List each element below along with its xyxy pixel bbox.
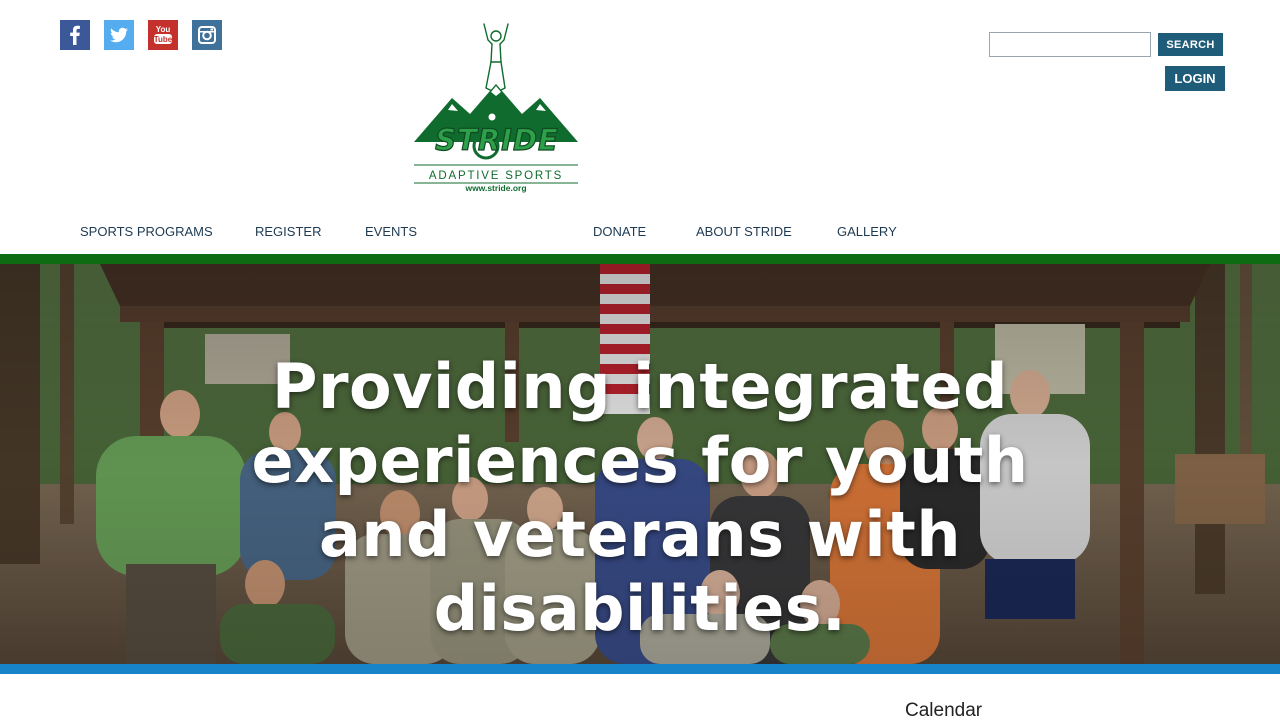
svg-text:Tube: Tube — [154, 35, 173, 44]
logo-brand-text: STRIDE — [435, 123, 559, 157]
search-input[interactable] — [989, 32, 1151, 57]
calendar-heading: Calendar — [905, 700, 983, 720]
nav-events[interactable]: EVENTS — [365, 224, 417, 239]
nav-register[interactable]: REGISTER — [255, 224, 321, 239]
nav-gallery[interactable]: GALLERY — [837, 224, 897, 239]
logo-url: www.stride.org — [464, 183, 526, 193]
nav-about-stride[interactable]: ABOUT STRIDE — [696, 224, 792, 239]
stride-logo[interactable]: STRIDE ADAPTIVE SPORTS www.stride.org — [412, 22, 582, 197]
stride-logo-graphic: STRIDE ADAPTIVE SPORTS www.stride.org — [414, 23, 578, 193]
youtube-icon: You Tube — [154, 25, 173, 44]
logo-tagline: ADAPTIVE SPORTS — [429, 170, 563, 182]
nav-donate[interactable]: DONATE — [593, 224, 646, 239]
blue-divider — [0, 664, 1280, 674]
green-divider — [0, 254, 1280, 264]
login-button[interactable]: LOGIN — [1165, 66, 1225, 91]
hero-headline: Providing integrated experiences for you… — [251, 350, 1029, 645]
content-heading-fragment — [56, 712, 82, 720]
twitter-link[interactable] — [104, 20, 134, 50]
facebook-link[interactable] — [60, 20, 90, 50]
svg-text:You: You — [156, 25, 171, 34]
nav-sports-programs[interactable]: SPORTS PROGRAMS — [80, 224, 213, 239]
search-button[interactable]: SEARCH — [1158, 33, 1223, 56]
instagram-icon — [198, 26, 216, 44]
main-nav: SPORTS PROGRAMS REGISTER EVENTS DONATE A… — [0, 224, 1280, 240]
hero-banner: Providing integrated experiences for you… — [0, 264, 1280, 664]
facebook-icon — [70, 25, 80, 45]
twitter-icon — [110, 27, 128, 43]
social-links: You Tube — [60, 20, 222, 50]
youtube-link[interactable]: You Tube — [148, 20, 178, 50]
instagram-link[interactable] — [192, 20, 222, 50]
